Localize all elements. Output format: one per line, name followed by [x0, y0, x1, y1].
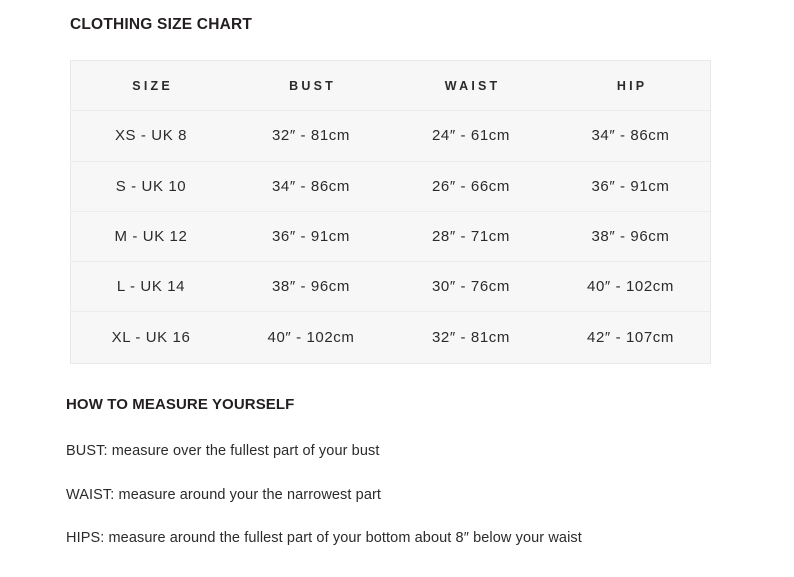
- measure-instruction-bust: BUST: measure over the fullest part of y…: [66, 443, 380, 459]
- table-row: L - UK 14 38″ - 96cm 30″ - 76cm 40″ - 10…: [71, 262, 710, 313]
- table-row: S - UK 10 34″ - 86cm 26″ - 66cm 36″ - 91…: [71, 162, 710, 212]
- cell-waist: 24″ - 61cm: [431, 127, 510, 145]
- cell-hip: 38″ - 96cm: [591, 228, 670, 246]
- column-header-bust: BUST: [289, 78, 336, 93]
- measure-instruction-hips: HIPS: measure around the fullest part of…: [66, 530, 582, 546]
- cell-size: S - UK 10: [115, 177, 187, 195]
- cell-waist: 32″ - 81cm: [431, 329, 510, 347]
- cell-bust: 40″ - 102cm: [267, 329, 355, 347]
- cell-size: XS - UK 8: [114, 127, 188, 145]
- page-title: CLOTHING SIZE CHART: [70, 16, 253, 33]
- cell-bust: 36″ - 91cm: [271, 228, 350, 246]
- cell-hip: 40″ - 102cm: [587, 278, 674, 296]
- measure-section-title: HOW TO MEASURE YOURSELF: [66, 396, 295, 413]
- cell-size: M - UK 12: [114, 228, 188, 246]
- cell-bust: 32″ - 81cm: [271, 127, 350, 145]
- cell-hip: 34″ - 86cm: [591, 127, 670, 145]
- cell-waist: 26″ - 66cm: [431, 177, 510, 195]
- cell-size: XL - UK 16: [111, 329, 191, 347]
- size-chart-table: SIZE BUST WAIST HIP XS - UK 8 32″ - 81cm…: [70, 60, 711, 364]
- cell-bust: 34″ - 86cm: [271, 177, 350, 195]
- size-chart-page: CLOTHING SIZE CHART SIZE BUST WAIST HIP …: [0, 0, 794, 577]
- table-row: XL - UK 16 40″ - 102cm 32″ - 81cm 42″ - …: [71, 312, 710, 362]
- cell-waist: 28″ - 71cm: [431, 228, 510, 246]
- column-header-hip: HIP: [616, 78, 648, 93]
- table-header-row: SIZE BUST WAIST HIP: [71, 61, 710, 112]
- column-header-waist: WAIST: [444, 78, 501, 93]
- cell-hip: 42″ - 107cm: [587, 329, 674, 347]
- cell-bust: 38″ - 96cm: [271, 278, 350, 296]
- table-row: M - UK 12 36″ - 91cm 28″ - 71cm 38″ - 96…: [71, 212, 710, 263]
- column-header-size: SIZE: [132, 78, 173, 93]
- cell-size: L - UK 14: [116, 278, 186, 296]
- cell-hip: 36″ - 91cm: [591, 177, 670, 195]
- table-row: XS - UK 8 32″ - 81cm 24″ - 61cm 34″ - 86…: [71, 111, 710, 162]
- cell-waist: 30″ - 76cm: [431, 278, 510, 296]
- measure-instruction-waist: WAIST: measure around your the narrowest…: [66, 487, 382, 503]
